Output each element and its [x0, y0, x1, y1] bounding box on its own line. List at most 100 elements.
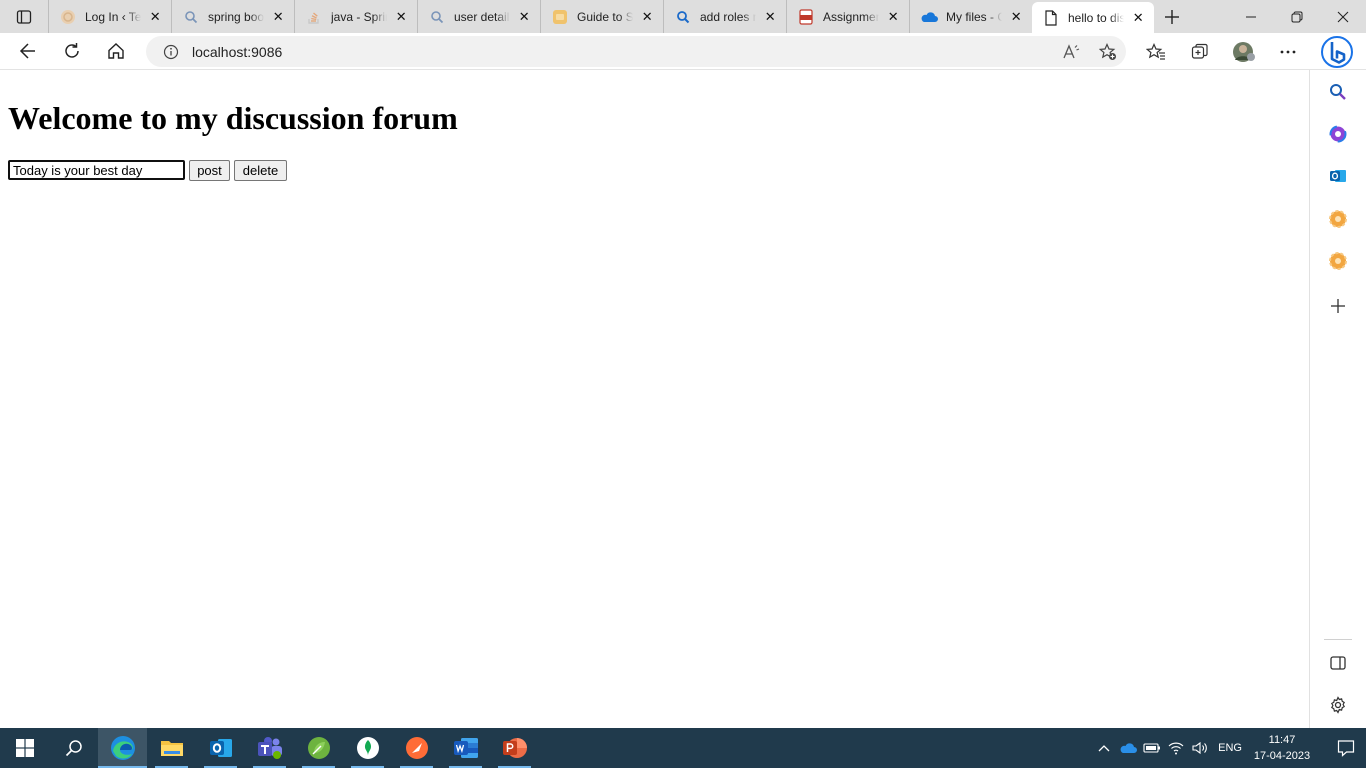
plus-icon	[1165, 9, 1179, 24]
taskbar-word-button[interactable]	[441, 728, 490, 768]
sidebar-copilot-button[interactable]	[1324, 120, 1352, 148]
browser-tab[interactable]: Assignmen ✕	[786, 0, 909, 33]
tab-actions-button[interactable]	[0, 0, 48, 33]
volume-icon	[1192, 741, 1207, 755]
close-tab-icon[interactable]: ✕	[393, 9, 409, 25]
minimize-icon	[1246, 16, 1256, 17]
sidebar-split-button[interactable]	[1324, 649, 1352, 677]
tab-title: Log In ‹ Te	[85, 9, 142, 24]
clock-date: 17-04-2023	[1253, 750, 1311, 762]
close-tab-icon[interactable]: ✕	[1008, 9, 1024, 25]
outlook-icon	[209, 739, 232, 757]
restore-button[interactable]	[1274, 0, 1320, 33]
profile-button[interactable]	[1222, 33, 1266, 70]
show-hidden-icons-button[interactable]	[1092, 728, 1116, 768]
sidebar-extension-button[interactable]	[1324, 205, 1352, 233]
window-controls	[1228, 0, 1366, 33]
clock[interactable]: 11:47 17-04-2023	[1252, 732, 1312, 764]
browser-tab[interactable]: spring boo ✕	[171, 0, 294, 33]
page-icon	[1042, 9, 1060, 27]
more-icon	[1280, 50, 1296, 53]
onedrive-icon	[920, 8, 938, 26]
sidebar-outlook-button[interactable]	[1324, 162, 1352, 190]
volume-button[interactable]	[1188, 728, 1212, 768]
taskbar-spring-tool-suite-button[interactable]	[294, 728, 343, 768]
mongodb-compass-icon	[356, 737, 379, 759]
wifi-icon	[1168, 742, 1184, 755]
close-tab-icon[interactable]: ✕	[885, 9, 901, 25]
bing-icon	[1321, 36, 1353, 68]
browser-tab[interactable]: add roles n ✕	[663, 0, 786, 33]
back-button[interactable]	[6, 33, 50, 70]
notification-center-button[interactable]	[1326, 728, 1366, 768]
extension-icon	[1329, 210, 1347, 228]
browser-tab[interactable]: My files - C ✕	[909, 0, 1032, 33]
address-bar[interactable]: localhost:9086	[146, 36, 1126, 67]
sidebar-settings-button[interactable]	[1324, 691, 1352, 719]
collections-icon	[1191, 43, 1208, 59]
search-icon	[1330, 84, 1346, 100]
tab-title: Assignmen	[823, 9, 880, 24]
browser-tab[interactable]: java - Sprin ✕	[294, 0, 417, 33]
taskbar-file-explorer-button[interactable]	[147, 728, 196, 768]
minimize-button[interactable]	[1228, 0, 1274, 33]
add-favorite-button[interactable]	[1090, 36, 1126, 67]
message-input[interactable]	[8, 160, 185, 180]
favorites-icon	[1146, 42, 1165, 60]
close-tab-icon[interactable]: ✕	[1130, 10, 1146, 26]
taskbar-edge-button[interactable]	[98, 728, 147, 768]
home-button[interactable]	[94, 33, 138, 70]
close-window-button[interactable]	[1320, 0, 1366, 33]
browser-tab[interactable]: Log In ‹ Te ✕	[48, 0, 171, 33]
sidebar-extension-button[interactable]	[1324, 247, 1352, 275]
tab-title: add roles n	[700, 9, 757, 24]
tab-title: hello to dis	[1068, 10, 1125, 25]
start-icon	[15, 739, 34, 757]
favorites-button[interactable]	[1134, 33, 1178, 70]
taskbar-mongodb-compass-button[interactable]	[343, 728, 392, 768]
page-title: Welcome to my discussion forum	[8, 100, 458, 136]
post-button[interactable]: post	[189, 160, 230, 181]
read-aloud-button[interactable]	[1054, 36, 1090, 67]
battery-button[interactable]	[1140, 728, 1164, 768]
settings-more-button[interactable]	[1266, 33, 1310, 70]
search-icon	[65, 740, 82, 757]
read-aloud-icon	[1063, 43, 1080, 58]
taskbar-outlook-button[interactable]	[196, 728, 245, 768]
browser-tab[interactable]: Guide to Sp ✕	[540, 0, 663, 33]
taskbar-teams-button[interactable]	[245, 728, 294, 768]
search-icon	[428, 8, 446, 26]
browser-tab[interactable]: user details ✕	[417, 0, 540, 33]
onedrive-icon	[1120, 743, 1138, 753]
windows-taskbar: ENG 11:47 17-04-2023	[0, 728, 1366, 768]
battery-icon	[1143, 743, 1161, 753]
start-button[interactable]	[0, 728, 49, 768]
site-info-icon[interactable]	[162, 43, 180, 61]
stackoverflow-icon	[305, 8, 323, 26]
tab-strip: Log In ‹ Te ✕ spring boo ✕ java - Sprin …	[0, 0, 1366, 33]
collections-button[interactable]	[1178, 33, 1222, 70]
bing-copilot-button[interactable]	[1320, 35, 1354, 69]
browser-tab-active[interactable]: hello to dis ✕	[1032, 2, 1154, 33]
close-tab-icon[interactable]: ✕	[762, 9, 778, 25]
close-tab-icon[interactable]: ✕	[270, 9, 286, 25]
teams-icon	[257, 737, 282, 759]
close-tab-icon[interactable]: ✕	[516, 9, 532, 25]
close-tab-icon[interactable]: ✕	[639, 9, 655, 25]
onedrive-tray-button[interactable]	[1116, 728, 1140, 768]
taskbar-powerpoint-button[interactable]	[490, 728, 539, 768]
close-tab-icon[interactable]: ✕	[147, 9, 163, 25]
spring-tool-suite-icon	[307, 737, 330, 759]
url-text[interactable]: localhost:9086	[192, 44, 282, 60]
refresh-button[interactable]	[50, 33, 94, 70]
taskbar-search-button[interactable]	[49, 728, 98, 768]
network-button[interactable]	[1164, 728, 1188, 768]
notification-icon	[1337, 740, 1355, 757]
sidebar-add-button[interactable]	[1324, 292, 1352, 320]
new-tab-button[interactable]	[1154, 0, 1190, 33]
delete-button[interactable]: delete	[234, 160, 287, 181]
copilot-icon	[1329, 125, 1347, 143]
sidebar-search-button[interactable]	[1324, 78, 1352, 106]
taskbar-postman-button[interactable]	[392, 728, 441, 768]
language-indicator[interactable]: ENG	[1218, 742, 1242, 754]
